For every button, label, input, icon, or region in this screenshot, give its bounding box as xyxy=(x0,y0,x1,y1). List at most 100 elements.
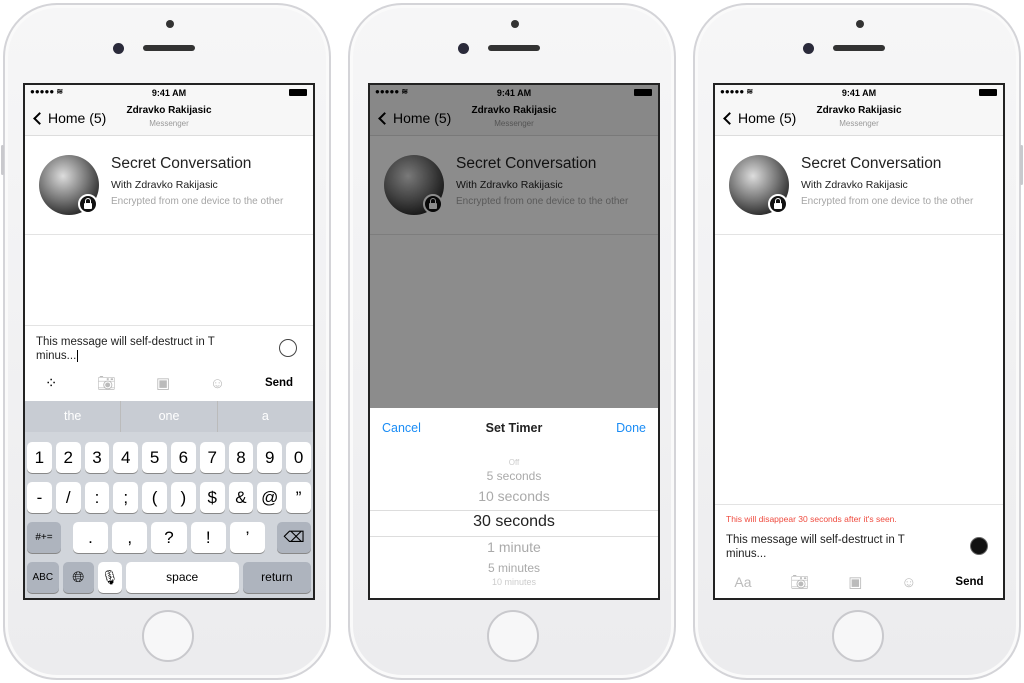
key-row-bottom: ABC 🌐︎ 🎙︎ space return xyxy=(27,562,311,593)
sensor xyxy=(511,20,519,28)
key[interactable]: 2 xyxy=(55,442,81,473)
message-input[interactable]: This message will self-destruct in T min… xyxy=(726,533,936,561)
divider xyxy=(25,325,313,326)
return-key[interactable]: return xyxy=(242,562,311,593)
suggestion[interactable]: the xyxy=(25,401,122,432)
key[interactable]: 8 xyxy=(228,442,254,473)
gallery-icon[interactable]: ▣ xyxy=(156,374,170,392)
divider xyxy=(25,234,313,235)
picker-line xyxy=(370,510,658,511)
volume-button xyxy=(1,145,4,175)
key[interactable]: $ xyxy=(199,482,225,513)
battery-icon xyxy=(979,89,997,96)
screen-set-timer: ●●●●● ≋ 9:41 AM Home (5) Zdravko Rakijasi… xyxy=(368,83,660,600)
done-button[interactable]: Done xyxy=(616,421,646,435)
picker-option[interactable]: Off xyxy=(370,458,658,467)
dim-overlay[interactable] xyxy=(370,85,658,408)
abc-key[interactable]: ABC xyxy=(27,562,59,593)
camera-icon[interactable]: 📷︎ xyxy=(790,573,809,591)
speaker xyxy=(143,45,195,51)
phone-2: ●●●●● ≋ 9:41 AM Home (5) Zdravko Rakijasi… xyxy=(348,3,676,680)
nav-bar: ●●●●● ≋ 9:41 AM Home (5) Zdravko Rakijasi… xyxy=(715,85,1003,136)
apps-icon[interactable]: ⁘ xyxy=(45,374,58,392)
conversation-title: Secret Conversation xyxy=(801,155,942,172)
key[interactable]: 6 xyxy=(170,442,196,473)
camera-icon[interactable]: 📷︎ xyxy=(97,374,116,392)
emoji-icon[interactable]: ☺ xyxy=(210,375,225,392)
picker-selected[interactable]: 30 seconds xyxy=(370,513,658,531)
battery-icon xyxy=(289,89,307,96)
timer-picker[interactable]: Off 5 seconds 10 seconds 30 seconds 1 mi… xyxy=(370,458,658,598)
key[interactable]: 5 xyxy=(142,442,167,473)
status-bar: ●●●●● ≋ 9:41 AM xyxy=(715,85,1003,101)
emoji-icon[interactable]: ☺ xyxy=(901,574,916,591)
key[interactable]: @ xyxy=(257,482,283,513)
conversation-with: With Zdravko Rakijasic xyxy=(801,179,908,191)
key[interactable]: 3 xyxy=(84,442,110,473)
picker-option[interactable]: 10 minutes xyxy=(370,577,658,585)
timer-sheet: Cancel Set Timer Done Off 5 seconds 10 s… xyxy=(370,408,658,598)
status-bar: ●●●●● ≋ 9:41 AM xyxy=(25,85,313,101)
picker-option[interactable]: 5 seconds xyxy=(370,469,658,483)
backspace-key[interactable]: ⌫ xyxy=(277,522,312,553)
clock: 9:41 AM xyxy=(151,88,187,98)
divider xyxy=(715,504,1003,505)
screen-compose: ●●●●● ≋ 9:41 AM Home (5) Zdravko Rakijasi… xyxy=(23,83,315,600)
keyboard: the one a 1234567890 - /:;() $ & @” #+= .,?!’ … xyxy=(25,401,313,598)
key[interactable]: ? xyxy=(151,522,187,553)
conversation-with: With Zdravko Rakijasic xyxy=(111,179,218,191)
sheet-title: Set Timer xyxy=(485,421,543,435)
app-name: Messenger xyxy=(839,119,879,128)
gallery-icon[interactable]: ▣ xyxy=(848,573,862,591)
compose-toolbar: Aa 📷︎ ▣ ☺ Send xyxy=(715,571,1003,593)
contact-name: Zdravko Rakijasic xyxy=(816,105,902,116)
suggestion[interactable]: a xyxy=(218,401,313,432)
key[interactable]: & xyxy=(228,482,254,513)
text-style-icon[interactable]: Aa xyxy=(734,574,751,590)
speaker xyxy=(833,45,885,51)
key[interactable]: / xyxy=(55,482,81,513)
send-button[interactable]: Send xyxy=(955,576,983,588)
phone-1: ●●●●● ≋ 9:41 AM Home (5) Zdravko Rakijasi… xyxy=(1,3,331,680)
key[interactable]: , xyxy=(112,522,148,553)
key[interactable]: ’ xyxy=(229,522,266,553)
phone-3: ●●●●● ≋ 9:41 AM Home (5) Zdravko Rakijasi… xyxy=(693,3,1023,680)
symbols-key[interactable]: #+= xyxy=(27,522,61,553)
screen-timer-set: ●●●●● ≋ 9:41 AM Home (5) Zdravko Rakijasi… xyxy=(713,83,1005,600)
key[interactable]: 4 xyxy=(113,442,139,473)
key[interactable]: : xyxy=(84,482,110,513)
home-button[interactable] xyxy=(142,610,194,662)
timer-icon[interactable] xyxy=(279,339,297,357)
key[interactable]: ! xyxy=(190,522,226,553)
key[interactable]: 1 xyxy=(27,442,52,473)
key[interactable]: 0 xyxy=(286,442,311,473)
picker-option[interactable]: 10 seconds xyxy=(370,488,658,504)
key[interactable]: 9 xyxy=(257,442,283,473)
app-name: Messenger xyxy=(149,119,189,128)
home-button[interactable] xyxy=(487,610,539,662)
compose-toolbar: ⁘ 📷︎ ▣ ☺ Send xyxy=(25,372,313,394)
key[interactable]: ( xyxy=(142,482,167,513)
nav-bar: ●●●●● ≋ 9:41 AM Home (5) Zdravko Rakijasi… xyxy=(25,85,313,136)
key-row-numbers: 1234567890 xyxy=(27,442,311,473)
microphone-icon[interactable]: 🎙︎ xyxy=(98,562,122,593)
lock-icon xyxy=(768,194,788,214)
key[interactable]: 7 xyxy=(199,442,225,473)
timer-active-icon[interactable] xyxy=(970,537,988,555)
home-button[interactable] xyxy=(832,610,884,662)
key[interactable]: - xyxy=(27,482,52,513)
key[interactable]: ) xyxy=(170,482,196,513)
send-button[interactable]: Send xyxy=(265,377,293,389)
key[interactable]: ; xyxy=(113,482,139,513)
picker-option[interactable]: 1 minute xyxy=(370,539,658,555)
lock-icon xyxy=(78,194,98,214)
picker-option[interactable]: 5 minutes xyxy=(370,561,658,575)
key-row-punct: #+= .,?!’ ⌫ xyxy=(27,522,312,553)
globe-icon[interactable]: 🌐︎ xyxy=(62,562,95,593)
message-input[interactable]: This message will self-destruct in T min… xyxy=(36,335,246,363)
space-key[interactable]: space xyxy=(125,562,239,593)
key[interactable]: . xyxy=(72,522,109,553)
suggestion[interactable]: one xyxy=(121,401,218,432)
contact-name: Zdravko Rakijasic xyxy=(126,105,212,116)
key[interactable]: ” xyxy=(286,482,311,513)
